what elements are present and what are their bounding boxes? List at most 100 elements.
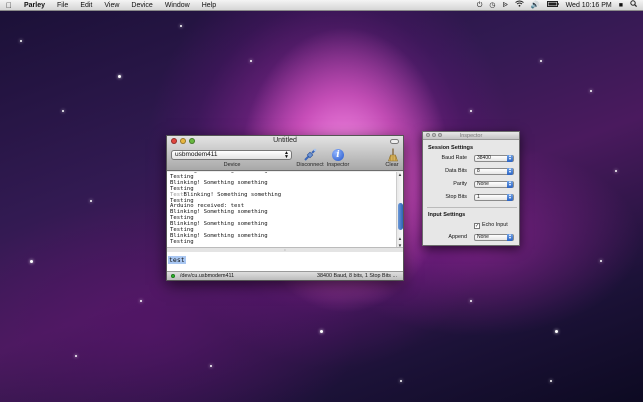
menu-app-name[interactable]: Parley: [18, 2, 51, 9]
send-input[interactable]: test: [167, 252, 403, 272]
star: [180, 25, 182, 27]
star: [590, 90, 592, 92]
inspector-titlebar: Inspector: [423, 132, 519, 140]
inspector-title: Inspector: [459, 133, 483, 139]
star: [62, 110, 64, 112]
star: [320, 330, 323, 333]
star: [600, 260, 602, 262]
chevron-updown-icon: ▲ ▼: [507, 180, 513, 188]
device-select-value: usbmodem411: [175, 151, 218, 158]
baud-rate-select[interactable]: 38400 ▲ ▼: [474, 154, 514, 162]
append-select[interactable]: None ▲ ▼: [474, 233, 514, 241]
status-config: 38400 Baud, 8 bits, 1 Stop Bits ...: [316, 273, 397, 279]
data-bits-value: 8: [477, 168, 480, 174]
baud-rate-value: 38400: [477, 155, 491, 161]
append-value: None: [477, 234, 489, 240]
console-line-text: Blinking! Something something: [183, 191, 282, 198]
chevron-updown-icon: ▲ ▼: [507, 233, 513, 241]
status-port: /dev/cu.usbmodem411: [180, 273, 235, 279]
star: [400, 380, 402, 382]
console-scrollbar[interactable]: ▲ ▲ ▼: [396, 172, 403, 247]
console-output[interactable]: Blinking! Something somethingTestingBlin…: [167, 172, 403, 248]
inspector-button[interactable]: i: [331, 148, 345, 162]
clock-text[interactable]: Wed 10:16 PM: [566, 0, 612, 11]
send-input-text: test: [168, 256, 186, 264]
checkmark-icon: ✓: [475, 223, 480, 229]
star: [90, 200, 92, 202]
device-label: Device: [223, 162, 241, 168]
chevron-updown-icon: ▲ ▼: [507, 193, 513, 201]
menu-file[interactable]: File: [51, 2, 74, 9]
parity-value: None: [477, 181, 489, 187]
disconnect-icon: [303, 148, 317, 162]
window-toolbar: Untitled usbmodem411 ▲ ▼ Device Disconnec…: [167, 136, 403, 171]
stop-bits-label: Stop Bits: [445, 194, 467, 200]
disconnect-button[interactable]: [303, 148, 317, 162]
star: [118, 75, 121, 78]
parley-window: Untitled usbmodem411 ▲ ▼ Device Disconnec…: [166, 135, 404, 281]
section-divider: [427, 207, 517, 208]
star: [250, 60, 252, 62]
baud-rate-label: Baud Rate: [441, 155, 467, 161]
star: [470, 110, 472, 112]
menu-device[interactable]: Device: [125, 2, 158, 9]
star: [75, 355, 77, 357]
volume-icon[interactable]: 🔊: [531, 0, 540, 11]
wifi-icon[interactable]: [515, 0, 524, 11]
clear-button[interactable]: [386, 148, 400, 162]
connection-status-icon: [171, 274, 175, 278]
clear-label: Clear: [385, 162, 399, 168]
spotlight-icon[interactable]: [630, 0, 638, 11]
user-icon[interactable]: ■: [619, 0, 623, 11]
window-title: Untitled: [273, 137, 297, 144]
broom-icon: [387, 148, 399, 162]
chevron-updown-icon: ▲ ▼: [507, 167, 513, 175]
session-settings-heading: Session Settings: [428, 145, 474, 151]
parity-select[interactable]: None ▲ ▼: [474, 180, 514, 188]
console-lines: Blinking! Something somethingTestingBlin…: [170, 172, 281, 246]
menubar-extras: ⏻ ◷ ᐉ 🔊 Wed 10:16 PM ■: [477, 0, 643, 11]
menu-bar:  Parley File Edit View Device Window He…: [0, 0, 643, 11]
echo-input-label: Echo Input: [482, 222, 508, 228]
star: [210, 365, 212, 367]
echo-input-checkbox[interactable]: ✓: [474, 223, 480, 229]
star: [615, 170, 617, 172]
device-select[interactable]: usbmodem411 ▲ ▼: [171, 150, 292, 160]
inspector-label: Inspector: [326, 162, 350, 168]
star: [470, 300, 472, 302]
menu-view[interactable]: View: [98, 2, 125, 9]
time-machine-icon[interactable]: ◷: [489, 0, 495, 11]
scroll-up-arrow-icon[interactable]: ▲: [397, 172, 403, 177]
info-icon: i: [332, 149, 344, 161]
power-icon[interactable]: ⏻: [477, 0, 483, 11]
append-label: Append: [448, 234, 467, 240]
star: [140, 300, 142, 302]
star: [555, 330, 558, 333]
inspector-panel: Inspector Session Settings Baud Rate 384…: [422, 131, 520, 246]
data-bits-label: Data Bits: [445, 168, 467, 174]
star: [20, 40, 22, 42]
toolbar-toggle-button[interactable]: [390, 139, 399, 144]
status-bar: /dev/cu.usbmodem411 38400 Baud, 8 bits, …: [167, 271, 403, 280]
stop-bits-value: 1: [477, 194, 480, 200]
disconnect-label: Disconnect: [296, 162, 324, 168]
bluetooth-icon[interactable]: ᐉ: [502, 0, 507, 11]
chevron-updown-icon: ▲ ▼: [507, 154, 513, 162]
menu-edit[interactable]: Edit: [74, 2, 98, 9]
input-settings-heading: Input Settings: [428, 212, 466, 218]
parity-label: Parity: [453, 181, 467, 187]
apple-menu-icon[interactable]: : [0, 1, 18, 10]
star: [550, 380, 552, 382]
scrollbar-thumb[interactable]: [398, 203, 403, 230]
star: [540, 60, 542, 62]
console-line: Testing: [170, 238, 281, 246]
data-bits-select[interactable]: 8 ▲ ▼: [474, 167, 514, 175]
menu-help[interactable]: Help: [196, 2, 222, 9]
console-line-text: Testing: [170, 238, 194, 245]
star: [30, 260, 33, 263]
menu-window[interactable]: Window: [159, 2, 196, 9]
battery-icon[interactable]: [546, 0, 559, 11]
chevron-updown-icon: ▲ ▼: [284, 150, 289, 160]
stop-bits-select[interactable]: 1 ▲ ▼: [474, 193, 514, 201]
scroll-up-arrow-icon[interactable]: ▲: [397, 236, 403, 241]
